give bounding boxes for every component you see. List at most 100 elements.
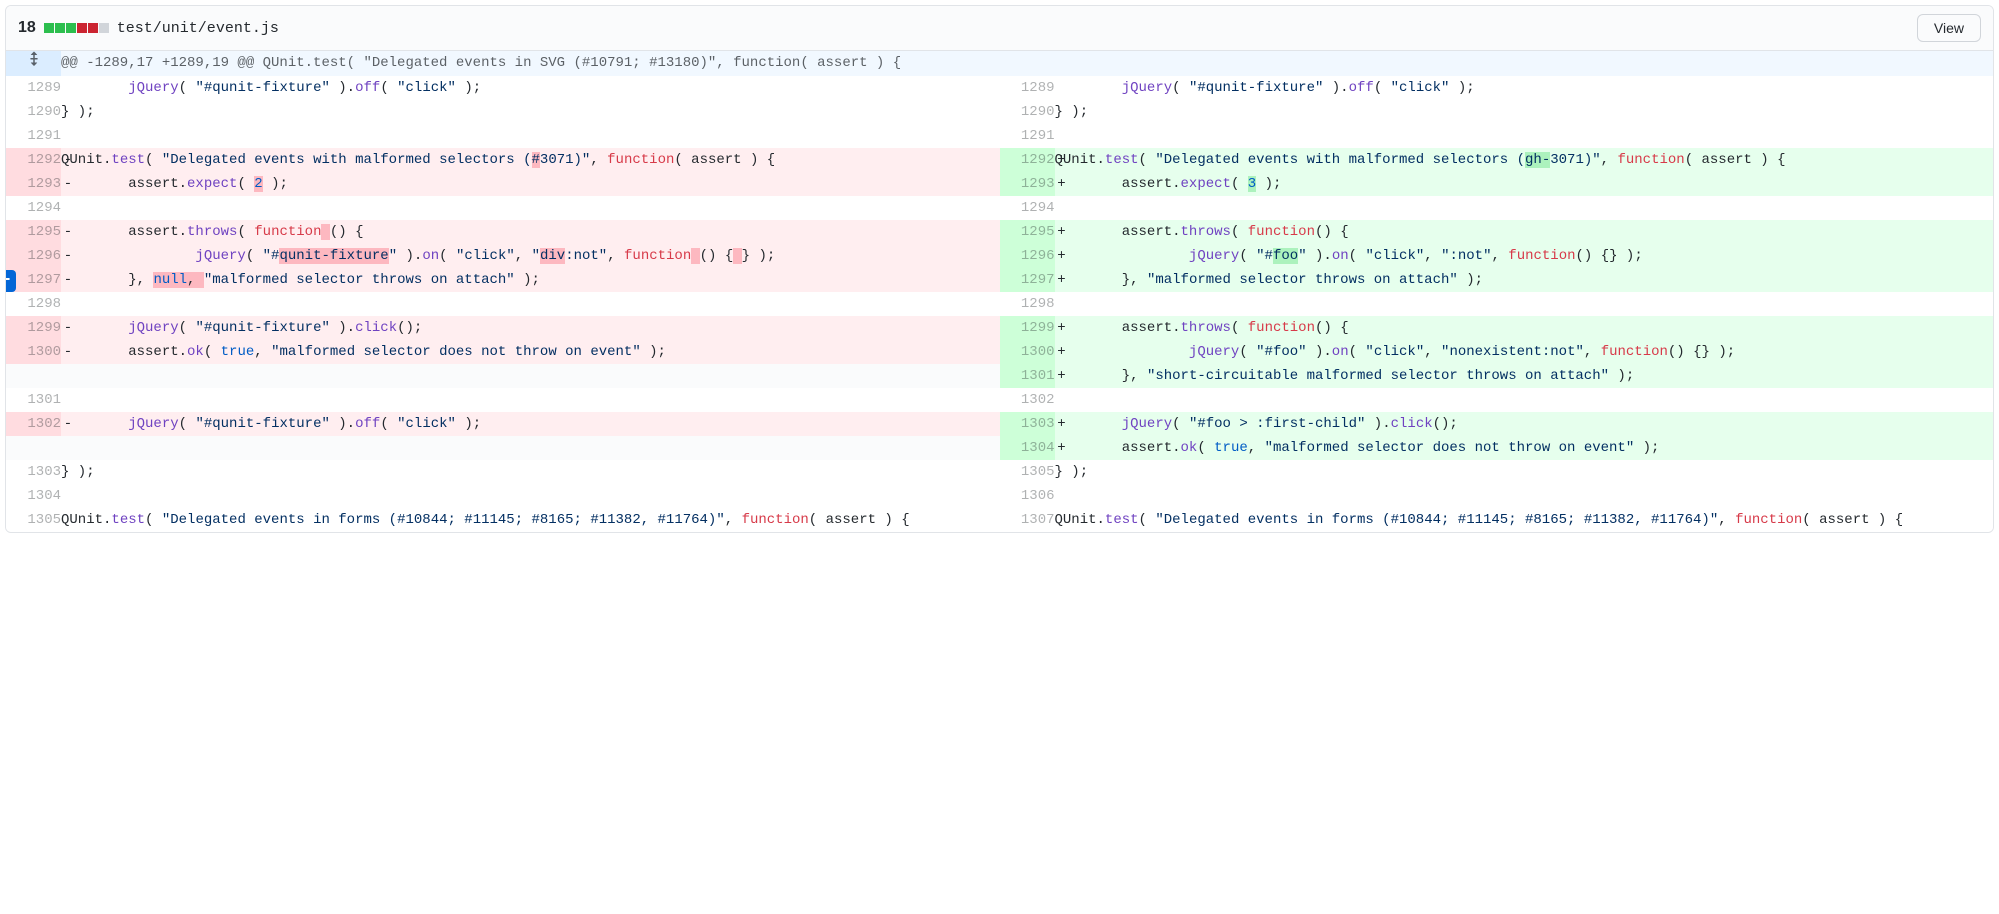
- code-old[interactable]: QUnit.test( "Delegated events in forms (…: [61, 508, 1000, 532]
- line-number-new[interactable]: 1289: [1000, 76, 1055, 100]
- diff-file: 18 test/unit/event.js View @@ -1289,17 +…: [5, 5, 1994, 533]
- file-header: 18 test/unit/event.js View: [6, 6, 1993, 51]
- line-number-new[interactable]: 1305: [1000, 460, 1055, 484]
- line-number-old[interactable]: 1290: [6, 100, 61, 124]
- add-comment-button[interactable]: +: [5, 270, 16, 292]
- code-new[interactable]: jQuery( "#qunit-fixture" ).off( "click" …: [1055, 76, 1994, 100]
- diff-table: @@ -1289,17 +1289,19 @@ QUnit.test( "Del…: [6, 51, 1993, 532]
- code-new[interactable]: QUnit.test( "Delegated events in forms (…: [1055, 508, 1994, 532]
- line-number-new[interactable]: 1306: [1000, 484, 1055, 508]
- view-button[interactable]: View: [1917, 14, 1981, 42]
- code-new[interactable]: + jQuery( "#foo" ).on( "click", ":not", …: [1055, 244, 1994, 268]
- line-number-old[interactable]: 1292: [6, 148, 61, 172]
- line-number-old[interactable]: 1293: [6, 172, 61, 196]
- diff-row: 1303 } );1305 } );: [6, 460, 1993, 484]
- line-number-new[interactable]: 1299: [1000, 316, 1055, 340]
- line-number-new[interactable]: 1290: [1000, 100, 1055, 124]
- expand-icon[interactable]: [6, 51, 61, 76]
- line-number-new[interactable]: 1304: [1000, 436, 1055, 460]
- file-path[interactable]: test/unit/event.js: [117, 20, 279, 37]
- code-new[interactable]: [1055, 196, 1994, 220]
- diff-row: 1297+- }, null, "malformed selector thro…: [6, 268, 1993, 292]
- line-number-new[interactable]: 1302: [1000, 388, 1055, 412]
- line-number-old[interactable]: 1301: [6, 388, 61, 412]
- diff-row: 1291 1291: [6, 124, 1993, 148]
- diffstat-block: [44, 23, 54, 33]
- code-new[interactable]: + jQuery( "#foo > :first-child" ).click(…: [1055, 412, 1994, 436]
- code-new[interactable]: + assert.ok( true, "malformed selector d…: [1055, 436, 1994, 460]
- line-number-new[interactable]: 1296: [1000, 244, 1055, 268]
- diffstat-block: [88, 23, 98, 33]
- line-number-old[interactable]: 1299: [6, 316, 61, 340]
- line-number-old[interactable]: 1296: [6, 244, 61, 268]
- code-old[interactable]: } );: [61, 460, 1000, 484]
- diff-row: 1300- assert.ok( true, "malformed select…: [6, 340, 1993, 364]
- line-number-old[interactable]: 1298: [6, 292, 61, 316]
- diff-row: 1298 1298: [6, 292, 1993, 316]
- code-new[interactable]: + jQuery( "#foo" ).on( "click", "nonexis…: [1055, 340, 1994, 364]
- line-number-old[interactable]: 1302: [6, 412, 61, 436]
- code-new[interactable]: + }, "short-circuitable malformed select…: [1055, 364, 1994, 388]
- diff-row: 1304+ assert.ok( true, "malformed select…: [6, 436, 1993, 460]
- code-new[interactable]: + assert.throws( function() {: [1055, 316, 1994, 340]
- diff-row: 1292-QUnit.test( "Delegated events with …: [6, 148, 1993, 172]
- code-old[interactable]: - jQuery( "#qunit-fixture" ).on( "click"…: [61, 244, 1000, 268]
- code-new[interactable]: + assert.expect( 3 );: [1055, 172, 1994, 196]
- code-old[interactable]: [61, 124, 1000, 148]
- line-number-new[interactable]: 1294: [1000, 196, 1055, 220]
- code-new[interactable]: } );: [1055, 460, 1994, 484]
- line-number-new[interactable]: 1300: [1000, 340, 1055, 364]
- code-old[interactable]: - }, null, "malformed selector throws on…: [61, 268, 1000, 292]
- line-number-old[interactable]: [6, 364, 61, 388]
- line-number-new[interactable]: 1307: [1000, 508, 1055, 532]
- code-new[interactable]: [1055, 292, 1994, 316]
- diff-row: 1290 } );1290 } );: [6, 100, 1993, 124]
- line-number-new[interactable]: 1298: [1000, 292, 1055, 316]
- diff-row: 1304 1306: [6, 484, 1993, 508]
- code-old[interactable]: [61, 484, 1000, 508]
- diffstat-block: [55, 23, 65, 33]
- line-number-new[interactable]: 1292: [1000, 148, 1055, 172]
- line-number-old[interactable]: 1303: [6, 460, 61, 484]
- hunk-header: @@ -1289,17 +1289,19 @@ QUnit.test( "Del…: [6, 51, 1993, 76]
- line-number-new[interactable]: 1291: [1000, 124, 1055, 148]
- line-number-old[interactable]: 1291: [6, 124, 61, 148]
- code-new[interactable]: } );: [1055, 100, 1994, 124]
- line-number-old[interactable]: 1289: [6, 76, 61, 100]
- code-old[interactable]: - assert.expect( 2 );: [61, 172, 1000, 196]
- code-old[interactable]: - assert.throws( function () {: [61, 220, 1000, 244]
- code-new[interactable]: + }, "malformed selector throws on attac…: [1055, 268, 1994, 292]
- code-old[interactable]: [61, 364, 1000, 388]
- line-number-new[interactable]: 1303: [1000, 412, 1055, 436]
- code-old[interactable]: - jQuery( "#qunit-fixture" ).off( "click…: [61, 412, 1000, 436]
- diffstat: [44, 23, 109, 33]
- code-old[interactable]: } );: [61, 100, 1000, 124]
- code-old[interactable]: - assert.ok( true, "malformed selector d…: [61, 340, 1000, 364]
- code-new[interactable]: +QUnit.test( "Delegated events with malf…: [1055, 148, 1994, 172]
- line-number-new[interactable]: 1293: [1000, 172, 1055, 196]
- code-old[interactable]: [61, 388, 1000, 412]
- line-number-new[interactable]: 1301: [1000, 364, 1055, 388]
- line-number-new[interactable]: 1295: [1000, 220, 1055, 244]
- diff-row: 1294 1294: [6, 196, 1993, 220]
- line-number-new[interactable]: 1297: [1000, 268, 1055, 292]
- line-number-old[interactable]: 1294: [6, 196, 61, 220]
- line-number-old[interactable]: 1304: [6, 484, 61, 508]
- line-number-old[interactable]: 1297+: [6, 268, 61, 292]
- code-new[interactable]: [1055, 388, 1994, 412]
- line-number-old[interactable]: 1305: [6, 508, 61, 532]
- line-number-old[interactable]: [6, 436, 61, 460]
- code-new[interactable]: [1055, 484, 1994, 508]
- code-old[interactable]: - jQuery( "#qunit-fixture" ).click();: [61, 316, 1000, 340]
- diffstat-block: [77, 23, 87, 33]
- code-old[interactable]: [61, 436, 1000, 460]
- diff-row: 1293- assert.expect( 2 );1293+ assert.ex…: [6, 172, 1993, 196]
- line-number-old[interactable]: 1295: [6, 220, 61, 244]
- code-old[interactable]: [61, 292, 1000, 316]
- code-old[interactable]: -QUnit.test( "Delegated events with malf…: [61, 148, 1000, 172]
- line-number-old[interactable]: 1300: [6, 340, 61, 364]
- code-old[interactable]: jQuery( "#qunit-fixture" ).off( "click" …: [61, 76, 1000, 100]
- code-new[interactable]: [1055, 124, 1994, 148]
- code-old[interactable]: [61, 196, 1000, 220]
- code-new[interactable]: + assert.throws( function() {: [1055, 220, 1994, 244]
